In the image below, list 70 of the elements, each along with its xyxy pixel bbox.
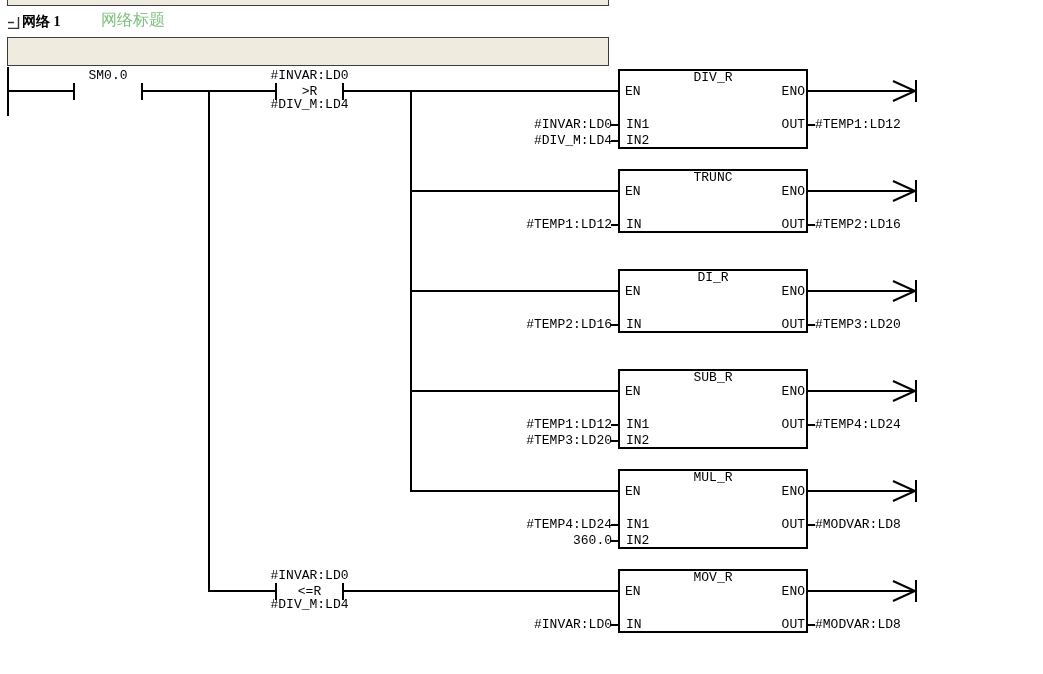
collapse-icon[interactable] — [7, 16, 20, 29]
pin-label: IN2 — [626, 135, 650, 147]
arrowhead-icon — [892, 180, 918, 202]
pin-label: ENO — [781, 86, 805, 98]
pin-label: OUT — [781, 219, 805, 231]
operand-label: #TEMP2:LD16 — [815, 219, 901, 231]
pin-label: ENO — [781, 486, 805, 498]
pin-label: IN1 — [626, 519, 650, 531]
pin-label: ENO — [781, 186, 805, 198]
operand-label: #TEMP1:LD12 — [526, 419, 612, 431]
operand-label: #TEMP1:LD12 — [815, 119, 901, 131]
block-title: DIV_R — [693, 72, 733, 84]
operand-label: #MODVAR:LD8 — [815, 619, 901, 631]
arrowhead-icon — [892, 580, 918, 602]
arrowhead-icon — [892, 280, 918, 302]
pin-label: OUT — [781, 619, 805, 631]
pin-label: EN — [625, 286, 641, 298]
pin-label: OUT — [781, 119, 805, 131]
arrowhead-icon — [892, 80, 918, 102]
block-title: SUB_R — [693, 372, 733, 384]
block-title: MUL_R — [693, 472, 733, 484]
pin-label: EN — [625, 486, 641, 498]
contact-operand: #INVAR:LD0 — [270, 70, 349, 82]
comment-field[interactable] — [7, 37, 609, 66]
network-title[interactable]: 网络标题 — [100, 7, 165, 32]
wire — [7, 90, 74, 92]
network-label: 网络 1 — [22, 13, 61, 31]
block-title: DI_R — [697, 272, 729, 284]
pin-label: EN — [625, 186, 641, 198]
contact-operand: #DIV_M:LD4 — [270, 99, 349, 111]
contact-operand: SM0.0 — [88, 70, 128, 82]
operand-label: #INVAR:LD0 — [534, 119, 612, 131]
arrowhead-icon — [892, 380, 918, 402]
pin-label: EN — [625, 86, 641, 98]
pin-label: ENO — [781, 286, 805, 298]
pin-label: EN — [625, 586, 641, 598]
pin-label: IN — [626, 219, 642, 231]
arrowhead-icon — [892, 480, 918, 502]
pin-label: OUT — [781, 319, 805, 331]
pin-label: IN2 — [626, 535, 650, 547]
pin-label: ENO — [781, 586, 805, 598]
contact-operand: #DIV_M:LD4 — [270, 599, 349, 611]
operand-label: #TEMP2:LD16 — [526, 319, 612, 331]
pin-label: OUT — [781, 519, 805, 531]
contact-operand: #INVAR:LD0 — [270, 570, 349, 582]
operand-label: #TEMP3:LD20 — [815, 319, 901, 331]
compare-operator: >R — [301, 86, 318, 98]
operand-label: #MODVAR:LD8 — [815, 519, 901, 531]
pin-label: OUT — [781, 419, 805, 431]
pin-label: EN — [625, 386, 641, 398]
operand-label: #TEMP3:LD20 — [526, 435, 612, 447]
pin-label: IN — [626, 619, 642, 631]
compare-operator: <=R — [297, 586, 322, 598]
operand-label: #INVAR:LD0 — [534, 619, 612, 631]
pin-label: IN2 — [626, 435, 650, 447]
pin-label: IN1 — [626, 419, 650, 431]
block-title: TRUNC — [693, 172, 733, 184]
pin-label: ENO — [781, 386, 805, 398]
operand-label: #TEMP4:LD24 — [526, 519, 612, 531]
block-title: MOV_R — [693, 572, 733, 584]
operand-label: 360.0 — [573, 535, 612, 547]
pin-label: IN — [626, 319, 642, 331]
operand-label: #TEMP1:LD12 — [526, 219, 612, 231]
contact-icon — [275, 83, 344, 100]
contact-icon — [73, 83, 143, 100]
pin-label: IN1 — [626, 119, 650, 131]
contact-icon — [275, 583, 344, 600]
comment-field[interactable] — [7, 0, 609, 6]
operand-label: #TEMP4:LD24 — [815, 419, 901, 431]
operand-label: #DIV_M:LD4 — [534, 135, 612, 147]
